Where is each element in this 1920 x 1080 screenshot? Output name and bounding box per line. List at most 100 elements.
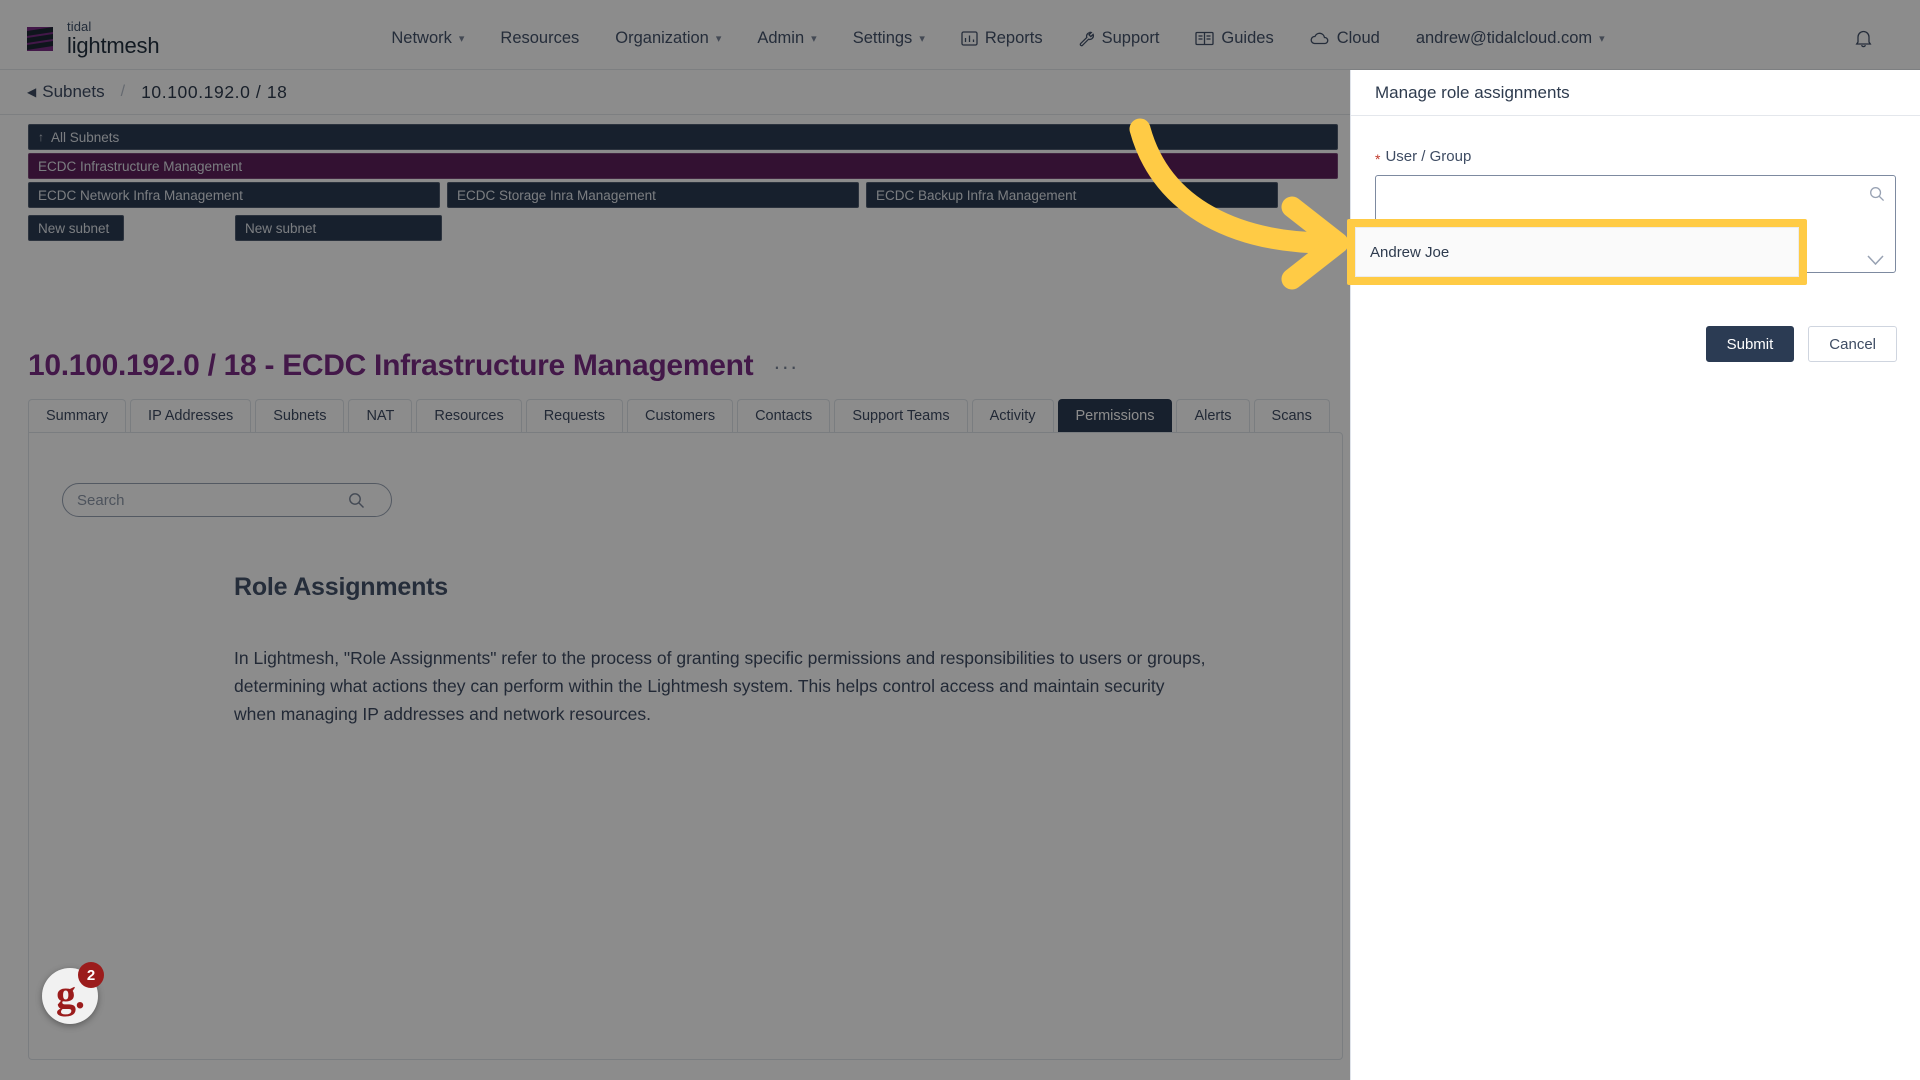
tab-contacts[interactable]: Contacts [737, 399, 831, 432]
user-group-select-search-row[interactable] [1376, 176, 1895, 212]
nav-label: Reports [984, 29, 1043, 47]
tab-label: Support Teams [852, 408, 950, 424]
top-navbar: tidal lightmesh Network ▾ Resources Orga… [0, 8, 1920, 70]
up-arrow-icon: ↑ [38, 130, 44, 144]
tab-permissions[interactable]: Permissions [1057, 399, 1173, 432]
book-icon [1195, 31, 1215, 46]
subnet-bar-label: New subnet [245, 220, 317, 236]
search-box[interactable] [62, 483, 392, 517]
subnet-bar-label: ECDC Backup Infra Management [876, 187, 1077, 203]
nav-item-resources[interactable]: Resources [482, 23, 597, 54]
subnet-bar-new-subnet-2[interactable]: New subnet [235, 215, 442, 241]
tab-ip-addresses[interactable]: IP Addresses [130, 399, 252, 432]
dropdown-highlight-box: Andrew Joe [1347, 219, 1807, 285]
nav-item-reports[interactable]: Reports [943, 23, 1061, 54]
chevron-down-icon: ▾ [458, 33, 465, 45]
subnet-bar-label: ECDC Network Infra Management [38, 187, 243, 203]
subnet-bar-label: ECDC Infrastructure Management [38, 158, 243, 174]
nav-item-admin[interactable]: Admin ▾ [739, 23, 834, 54]
bell-icon [1855, 29, 1872, 48]
tab-activity[interactable]: Activity [971, 399, 1054, 432]
subnet-bar-ecdc-backup-infra-management[interactable]: ECDC Backup Infra Management [866, 182, 1278, 208]
subnet-bar-all-subnets[interactable]: ↑ All Subnets [28, 124, 1338, 150]
tab-label: Customers [644, 408, 716, 424]
brand-lightmesh-label: lightmesh [67, 33, 160, 58]
subnet-bar-new-subnet-1[interactable]: New subnet [28, 215, 124, 241]
tab-summary[interactable]: Summary [28, 399, 127, 432]
tab-customers[interactable]: Customers [626, 399, 734, 432]
search-icon [348, 492, 365, 509]
nav-label: Support [1101, 29, 1160, 47]
chevron-down-icon: ▾ [811, 33, 817, 45]
tab-label: Contacts [755, 408, 813, 424]
submit-button[interactable]: Submit [1705, 326, 1795, 362]
permissions-panel: Role Assignments In Lightmesh, "Role Ass… [28, 432, 1343, 1060]
chevron-down-icon: ▾ [919, 33, 925, 45]
tab-label: Alerts [1194, 408, 1232, 424]
tab-alerts[interactable]: Alerts [1176, 399, 1250, 432]
nav-right-cluster [1837, 23, 1920, 54]
nav-item-settings[interactable]: Settings ▾ [835, 23, 943, 54]
nav-item-network[interactable]: Network ▾ [373, 23, 482, 54]
dropdown-option-label: Andrew Joe [1370, 243, 1450, 261]
tab-support-teams[interactable]: Support Teams [834, 399, 968, 432]
nav-item-user-account[interactable]: andrew@tidalcloud.com ▾ [1398, 23, 1623, 54]
breadcrumb-back-subnets[interactable]: ◀ Subnets [27, 82, 105, 102]
manage-role-assignments-panel: Manage role assignments * User / Group A… [1347, 70, 1920, 1080]
cloud-icon [1310, 32, 1330, 46]
nav-item-organization[interactable]: Organization ▾ [597, 23, 739, 54]
tab-label: Scans [1271, 408, 1312, 424]
brand-logo[interactable]: tidal lightmesh [26, 20, 160, 58]
tab-label: Resources [434, 408, 504, 424]
tab-label: Activity [989, 408, 1036, 424]
subnet-bar-ecdc-storage-infra-management[interactable]: ECDC Storage Inra Management [447, 182, 859, 208]
nav-label: Organization [615, 29, 709, 47]
search-input[interactable] [63, 484, 348, 516]
tab-label: Requests [543, 408, 605, 424]
g2-badge-superscript: 2 [78, 962, 104, 988]
nav-label: Admin [757, 29, 805, 47]
user-group-field-label: * User / Group [1375, 148, 1896, 166]
tab-requests[interactable]: Requests [525, 399, 623, 432]
dropdown-option-andrew-joe[interactable]: Andrew Joe [1355, 227, 1799, 277]
tab-scans[interactable]: Scans [1253, 399, 1330, 432]
tab-label: Permissions [1075, 408, 1155, 424]
nav-label: Guides [1221, 29, 1274, 47]
tab-label: IP Addresses [148, 408, 234, 424]
nav-item-support[interactable]: Support [1061, 23, 1178, 54]
nav-label: andrew@tidalcloud.com [1415, 29, 1593, 47]
wrench-icon [1079, 31, 1095, 47]
nav-label: Cloud [1336, 29, 1380, 47]
chevron-down-icon[interactable] [1867, 255, 1884, 266]
subnet-bar-label: All Subnets [51, 129, 120, 145]
lightmesh-logo-icon [26, 24, 56, 54]
breadcrumb-current: 10.100.192.0 / 18 [141, 81, 288, 102]
nav-item-cloud[interactable]: Cloud [1292, 23, 1398, 54]
cancel-button[interactable]: Cancel [1808, 326, 1897, 362]
empty-state: Role Assignments In Lightmesh, "Role Ass… [234, 573, 1234, 728]
panel-title: Manage role assignments [1351, 70, 1920, 116]
tab-subnets[interactable]: Subnets [255, 399, 345, 432]
nav-item-guides[interactable]: Guides [1177, 23, 1291, 54]
subnet-bar-ecdc-network-infra-management[interactable]: ECDC Network Infra Management [28, 182, 440, 208]
notifications-button[interactable] [1837, 23, 1890, 54]
subnet-bar-label: New subnet [38, 220, 110, 236]
submit-label: Submit [1726, 335, 1774, 353]
empty-state-heading: Role Assignments [234, 573, 448, 601]
g2-review-badge[interactable]: g. 2 [42, 962, 104, 1024]
nav-label: Settings [852, 29, 913, 47]
tab-label: Subnets [273, 408, 327, 424]
tab-nat[interactable]: NAT [348, 399, 413, 432]
subnet-map: ↑ All Subnets ECDC Infrastructure Manage… [0, 116, 1350, 276]
page-actions-menu-icon[interactable]: ··· [773, 355, 798, 377]
breadcrumb-back-label: Subnets [42, 82, 105, 101]
chevron-down-icon: ▾ [715, 33, 722, 45]
nav-label: Network [391, 29, 452, 47]
subnet-bar-ecdc-infrastructure-management[interactable]: ECDC Infrastructure Management [28, 153, 1338, 179]
breadcrumb-separator: / [120, 83, 126, 100]
bar-chart-icon [961, 31, 978, 46]
cancel-label: Cancel [1829, 335, 1876, 353]
tab-resources[interactable]: Resources [416, 399, 522, 432]
panel-action-buttons: Submit Cancel [1375, 326, 1897, 362]
tab-label: Summary [46, 408, 109, 424]
